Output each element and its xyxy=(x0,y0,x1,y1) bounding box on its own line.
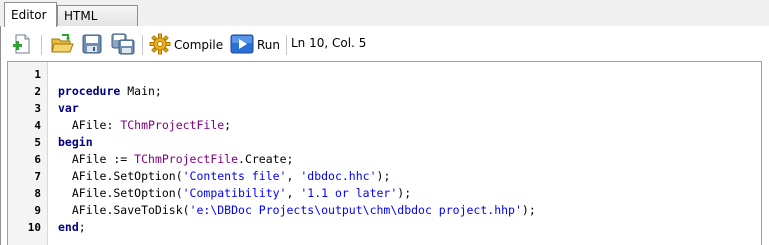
line-number: 2 xyxy=(34,85,41,98)
open-button[interactable] xyxy=(50,33,74,57)
code-token: end xyxy=(58,220,79,234)
line-number: 7 xyxy=(34,170,41,183)
run-label: Run xyxy=(257,38,281,52)
line-number: 1 xyxy=(34,68,41,81)
code-token: ); xyxy=(397,186,412,200)
code-token: Main; xyxy=(120,84,162,98)
code-token: 'Contents file' xyxy=(182,169,287,183)
line-number: 4 xyxy=(34,119,41,132)
code-token: AFile.SetOption( xyxy=(58,186,183,200)
code-line: AFile.SetOption('Compatibility', '1.1 or… xyxy=(58,185,411,202)
code-token: AFile: xyxy=(58,118,121,132)
code-line: var xyxy=(58,100,79,117)
save-icon xyxy=(81,33,103,58)
tab-bar: HTML output Editor xyxy=(0,0,769,43)
code-token: TChmProjectFile xyxy=(134,152,239,166)
new-file-button[interactable] xyxy=(11,33,35,57)
code-token: procedure xyxy=(58,84,121,98)
code-line: end; xyxy=(58,219,86,236)
code-token: AFile.SetOption( xyxy=(58,169,183,183)
code-editor[interactable]: 1 2 3 4 5 6 7 8 9 10 procedure Main; var AFile: TC… xyxy=(7,61,762,245)
run-button[interactable]: Run xyxy=(230,33,284,57)
code-line: begin xyxy=(58,134,93,151)
code-token: ); xyxy=(521,203,536,217)
compile-gear-icon xyxy=(149,33,171,58)
code-token: ); xyxy=(376,169,391,183)
code-token: TChmProjectFile xyxy=(120,118,225,132)
code-line: AFile := TChmProjectFile.Create; xyxy=(58,151,294,168)
toolbar-separator xyxy=(41,35,43,55)
line-number: 3 xyxy=(34,102,41,115)
line-number: 10 xyxy=(27,221,41,234)
code-line: AFile.SaveToDisk('e:\DBDoc Projects\outp… xyxy=(58,202,536,219)
code-token: ; xyxy=(78,220,86,234)
tab-html-output[interactable]: HTML output xyxy=(57,5,138,43)
tab-editor[interactable]: Editor xyxy=(4,2,57,27)
code-token: begin xyxy=(58,135,93,149)
run-play-icon xyxy=(230,33,254,58)
code-line: AFile.SetOption('Contents file', 'dbdoc.… xyxy=(58,168,391,185)
toolbar: Compile Run xyxy=(0,30,769,60)
save-button[interactable] xyxy=(81,33,105,57)
code-token: 'Compatibility' xyxy=(182,186,287,200)
code-token: 'e:\DBDoc Projects\output\chm\dbdoc proj… xyxy=(189,203,522,217)
line-number: 5 xyxy=(34,136,41,149)
toolbar-separator xyxy=(142,35,144,55)
toolbar-separator xyxy=(286,35,288,55)
line-number-gutter: 1 2 3 4 5 6 7 8 9 10 xyxy=(8,62,48,245)
code-token: , xyxy=(286,186,301,200)
line-number: 8 xyxy=(34,187,41,200)
code-token: ; xyxy=(224,118,232,132)
code-token: var xyxy=(58,101,79,115)
code-token: 'dbdoc.hhc' xyxy=(300,169,377,183)
compile-label: Compile xyxy=(174,38,224,52)
code-token: AFile := xyxy=(58,152,135,166)
code-token: .Create; xyxy=(238,152,294,166)
save-all-button[interactable] xyxy=(111,33,137,57)
code-token: , xyxy=(286,169,301,183)
code-line: procedure Main; xyxy=(58,83,162,100)
compile-button[interactable]: Compile xyxy=(149,33,225,57)
code-line: AFile: TChmProjectFile; xyxy=(58,117,231,134)
code-token: AFile.SaveToDisk( xyxy=(58,203,190,217)
save-all-icon xyxy=(111,33,135,58)
line-number: 9 xyxy=(34,204,41,217)
open-folder-icon xyxy=(50,33,74,58)
code-token: '1.1 or later' xyxy=(300,186,398,200)
cursor-position-status: Ln 10, Col. 5 xyxy=(291,36,367,50)
new-file-icon xyxy=(11,33,33,58)
line-number: 6 xyxy=(34,153,41,166)
